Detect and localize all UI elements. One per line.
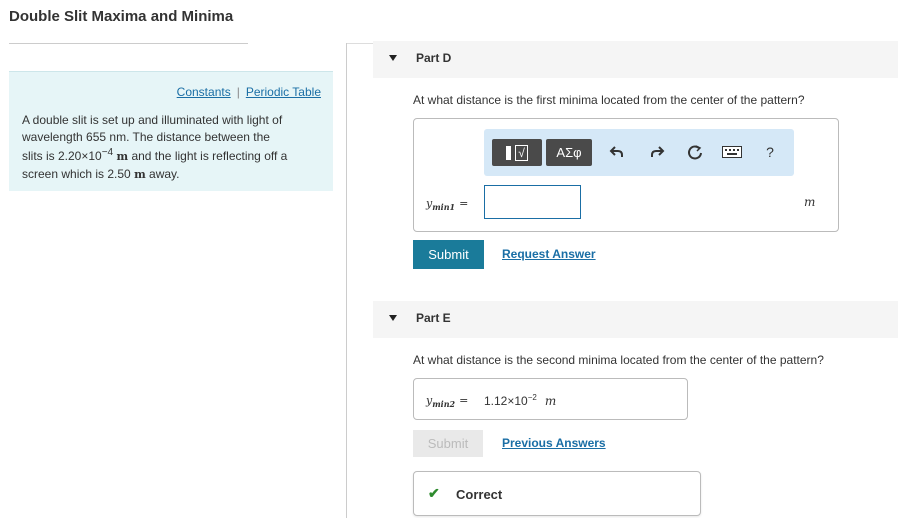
problem-text-line1: A double slit is set up and illuminated …: [22, 113, 283, 127]
ymin2-unit: m: [544, 394, 557, 408]
problem-text-line4: screen which is 2.50: [22, 166, 135, 181]
reset-icon[interactable]: [683, 140, 707, 164]
problem-text-line3: slits is 2.20×10: [22, 149, 102, 163]
constants-link[interactable]: Constants: [177, 85, 231, 99]
part-d-question: At what distance is the first minima loc…: [413, 93, 805, 107]
ymin2-value-base: 1.12×10: [484, 394, 528, 408]
page-title: Double Slit Maxima and Minima: [9, 8, 234, 25]
part-d-submit-button[interactable]: Submit: [413, 240, 484, 269]
ymin1-input[interactable]: [484, 185, 581, 219]
screen-unit: m: [134, 167, 146, 181]
part-d-answer-box: √ ΑΣφ ? ymin1 = m: [413, 118, 839, 232]
previous-answers-link[interactable]: Previous Answers: [502, 436, 606, 450]
correct-label: Correct: [456, 487, 503, 502]
ymin2-value-exp: −2: [527, 393, 537, 402]
column-divider: [346, 43, 347, 518]
part-e-answer-box: ymin2 = 1.12×10−2 m: [413, 378, 688, 420]
help-icon[interactable]: ?: [758, 140, 782, 164]
slit-unit: m: [116, 150, 129, 163]
math-toolbar: √ ΑΣφ ?: [484, 129, 794, 176]
ymin2-label: ymin2 =: [426, 394, 468, 409]
part-d-label: Part D: [416, 51, 452, 65]
ymin1-unit: m: [804, 195, 816, 209]
symbols-button[interactable]: ΑΣφ: [546, 139, 592, 166]
problem-text-line2: wavelength 655 nm. The distance between …: [22, 129, 270, 144]
ymin2-equals: =: [459, 394, 469, 407]
undo-icon[interactable]: [605, 140, 629, 164]
slit-exponent: −4: [101, 147, 114, 158]
part-d-header[interactable]: Part D: [373, 41, 898, 78]
periodic-table-link[interactable]: Periodic Table: [246, 85, 321, 99]
part-e-submit-button: Submit: [413, 430, 483, 457]
ymin1-label: ymin1 =: [426, 197, 468, 212]
problem-text-line3-end: and the light is reflecting off a: [128, 149, 288, 163]
template-block-icon: [506, 145, 512, 160]
part-e-question: At what distance is the second minima lo…: [413, 353, 824, 367]
keyboard-icon[interactable]: [720, 140, 744, 164]
request-answer-link[interactable]: Request Answer: [502, 247, 596, 261]
problem-text-line4-end: away.: [145, 166, 180, 181]
ymin1-sub: min1: [432, 202, 456, 213]
ymin2-sub: min2: [432, 399, 456, 410]
ymin1-equals: =: [459, 197, 469, 210]
problem-statement: A double slit is set up and illuminated …: [22, 112, 322, 183]
title-divider: [9, 43, 248, 44]
info-links: Constants | Periodic Table: [177, 85, 321, 99]
collapse-triangle-icon[interactable]: [389, 315, 397, 321]
ymin2-value: 1.12×10−2 m: [484, 393, 556, 408]
templates-button[interactable]: √: [492, 139, 542, 166]
correct-feedback: ✔ Correct: [413, 471, 701, 516]
link-separator: |: [236, 85, 240, 99]
checkmark-icon: ✔: [428, 485, 440, 501]
part-e-header[interactable]: Part E: [373, 301, 898, 338]
part-e-label: Part E: [416, 311, 451, 325]
problem-info-panel: Constants | Periodic Table A double slit i…: [9, 71, 333, 191]
sqrt-icon: √: [515, 144, 528, 161]
collapse-triangle-icon[interactable]: [389, 55, 397, 61]
redo-icon[interactable]: [645, 140, 669, 164]
